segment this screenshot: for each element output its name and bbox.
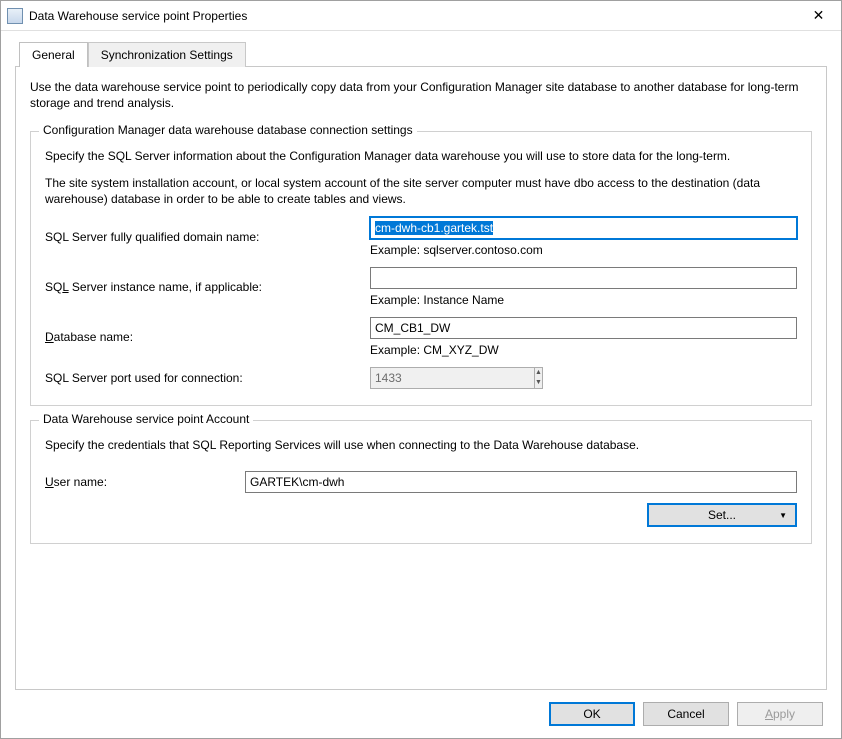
instance-hint: Example: Instance Name <box>370 293 797 307</box>
window-title: Data Warehouse service point Properties <box>29 9 796 23</box>
tab-synchronization-settings[interactable]: Synchronization Settings <box>88 42 246 67</box>
close-button[interactable]: ✕ <box>796 1 841 30</box>
chevron-down-icon: ▼ <box>779 511 787 520</box>
connection-settings-group: Configuration Manager data warehouse dat… <box>30 131 812 406</box>
port-spin-buttons[interactable]: ▲ ▼ <box>535 367 543 389</box>
chevron-down-icon[interactable]: ▼ <box>535 378 542 388</box>
fqdn-hint: Example: sqlserver.contoso.com <box>370 243 797 257</box>
titlebar: Data Warehouse service point Properties … <box>1 1 841 31</box>
database-hint: Example: CM_XYZ_DW <box>370 343 797 357</box>
cancel-button[interactable]: Cancel <box>643 702 729 726</box>
database-row: Database name: Example: CM_XYZ_DW <box>45 317 797 357</box>
port-spinner[interactable]: ▲ ▼ <box>370 367 480 389</box>
database-input[interactable] <box>370 317 797 339</box>
fqdn-row: SQL Server fully qualified domain name: … <box>45 217 797 257</box>
account-desc: Specify the credentials that SQL Reporti… <box>45 437 797 453</box>
port-label: SQL Server port used for connection: <box>45 371 370 385</box>
set-button[interactable]: Set... ▼ <box>647 503 797 527</box>
connection-settings-title: Configuration Manager data warehouse dat… <box>39 123 417 137</box>
ok-button[interactable]: OK <box>549 702 635 726</box>
tab-general[interactable]: General <box>19 42 88 67</box>
username-row: User name: <box>45 471 797 493</box>
account-group-title: Data Warehouse service point Account <box>39 412 253 426</box>
app-icon <box>7 8 23 24</box>
set-button-label: Set... <box>708 508 736 522</box>
dialog-button-row: OK Cancel Apply <box>15 690 827 726</box>
database-label: Database name: <box>45 330 370 344</box>
dialog-content: General Synchronization Settings Use the… <box>1 31 841 738</box>
username-input[interactable] <box>245 471 797 493</box>
dialog-window: Data Warehouse service point Properties … <box>0 0 842 739</box>
chevron-up-icon[interactable]: ▲ <box>535 368 542 378</box>
connection-desc-1: Specify the SQL Server information about… <box>45 148 797 164</box>
apply-button: Apply <box>737 702 823 726</box>
connection-desc-2: The site system installation account, or… <box>45 175 797 207</box>
tabstrip: General Synchronization Settings <box>15 41 827 66</box>
intro-text: Use the data warehouse service point to … <box>30 79 812 111</box>
account-group: Data Warehouse service point Account Spe… <box>30 420 812 544</box>
instance-row: SQL Server instance name, if applicable:… <box>45 267 797 307</box>
port-input <box>370 367 535 389</box>
fqdn-label: SQL Server fully qualified domain name: <box>45 230 370 244</box>
fqdn-input[interactable]: cm-dwh-cb1.gartek.tst <box>370 217 797 239</box>
instance-label: SQL Server instance name, if applicable: <box>45 280 370 294</box>
tab-panel-general: Use the data warehouse service point to … <box>15 66 827 690</box>
instance-input[interactable] <box>370 267 797 289</box>
port-row: SQL Server port used for connection: ▲ ▼ <box>45 367 797 389</box>
username-label: User name: <box>45 475 245 489</box>
